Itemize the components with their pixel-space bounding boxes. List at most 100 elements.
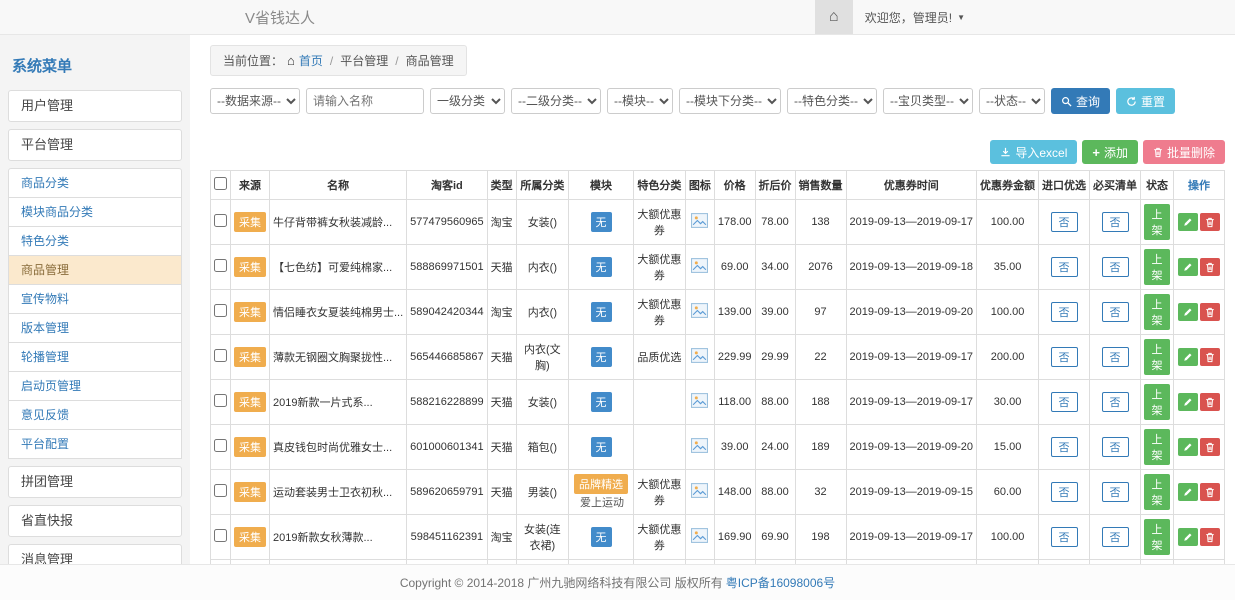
row-checkbox[interactable] (214, 439, 227, 452)
sidebar-item-product-management[interactable]: 商品管理 (8, 256, 182, 285)
import-select-toggle[interactable]: 否 (1051, 392, 1078, 412)
reset-button[interactable]: 重置 (1116, 88, 1175, 114)
delete-button[interactable] (1200, 348, 1220, 366)
status-button[interactable]: 上架 (1144, 249, 1170, 285)
status-button[interactable]: 上架 (1144, 294, 1170, 330)
chevron-down-icon: ▼ (957, 13, 965, 22)
sidebar-item-user-management[interactable]: 用户管理 (8, 90, 182, 122)
must-buy-toggle[interactable]: 否 (1102, 482, 1129, 502)
row-checkbox[interactable] (214, 259, 227, 272)
must-buy-toggle[interactable]: 否 (1102, 212, 1129, 232)
source-badge: 采集 (234, 392, 266, 412)
edit-button[interactable] (1178, 483, 1198, 501)
search-button[interactable]: 查询 (1051, 88, 1110, 114)
icp-link[interactable]: 粤ICP备16098006号 (726, 574, 835, 591)
delete-button[interactable] (1200, 483, 1220, 501)
row-checkbox[interactable] (214, 214, 227, 227)
user-menu[interactable]: 欢迎您，管理员! ▼ (853, 9, 977, 26)
status-button[interactable]: 上架 (1144, 519, 1170, 555)
status-button[interactable]: 上架 (1144, 339, 1170, 375)
import-select-toggle[interactable]: 否 (1051, 482, 1078, 502)
row-checkbox[interactable] (214, 394, 227, 407)
edit-button[interactable] (1178, 393, 1198, 411)
breadcrumb-separator: / (330, 54, 333, 68)
edit-button[interactable] (1178, 213, 1198, 231)
must-buy-toggle[interactable]: 否 (1102, 302, 1129, 322)
cell-coupon-time: 2019-09-13—2019-09-17 (846, 335, 977, 380)
sidebar-item-express-report[interactable]: 省直快报 (8, 505, 182, 537)
must-buy-toggle[interactable]: 否 (1102, 257, 1129, 277)
import-select-toggle[interactable]: 否 (1051, 527, 1078, 547)
filter-select-status[interactable]: --状态-- (979, 88, 1045, 114)
sidebar-item-group-buy-management[interactable]: 拼团管理 (8, 466, 182, 498)
breadcrumb-prefix: 当前位置： (223, 52, 283, 69)
module-badge: 无 (591, 392, 612, 412)
status-button[interactable]: 上架 (1144, 384, 1170, 420)
filter-select-module[interactable]: --模块-- (607, 88, 673, 114)
select-all-checkbox[interactable] (214, 177, 227, 190)
filter-select-item-type[interactable]: --宝贝类型-- (883, 88, 973, 114)
edit-button[interactable] (1178, 348, 1198, 366)
import-select-toggle[interactable]: 否 (1051, 437, 1078, 457)
sidebar-item-featured-category[interactable]: 特色分类 (8, 227, 182, 256)
filter-select-level1-category[interactable]: 一级分类 (430, 88, 505, 114)
delete-button[interactable] (1200, 438, 1220, 456)
import-select-toggle[interactable]: 否 (1051, 347, 1078, 367)
must-buy-toggle[interactable]: 否 (1102, 392, 1129, 412)
filter-select-level2-category[interactable]: --二级分类-- (511, 88, 601, 114)
row-checkbox[interactable] (214, 349, 227, 362)
sidebar-item-version-management[interactable]: 版本管理 (8, 314, 182, 343)
sidebar-item-platform-config[interactable]: 平台配置 (8, 430, 182, 459)
cell-category: 箱包() (516, 425, 569, 470)
import-select-toggle[interactable]: 否 (1051, 212, 1078, 232)
sidebar-item-splash-page-management[interactable]: 启动页管理 (8, 372, 182, 401)
cell-price: 118.00 (714, 380, 755, 425)
home-button[interactable]: ⌂ (815, 0, 853, 34)
must-buy-toggle[interactable]: 否 (1102, 437, 1129, 457)
import-select-toggle[interactable]: 否 (1051, 257, 1078, 277)
sidebar-item-feedback[interactable]: 意见反馈 (8, 401, 182, 430)
status-button[interactable]: 上架 (1144, 474, 1170, 510)
edit-button[interactable] (1178, 258, 1198, 276)
status-button[interactable]: 上架 (1144, 429, 1170, 465)
sidebar-item-message-management[interactable]: 消息管理 (8, 544, 182, 564)
cell-name: 2019新款一片式系... (270, 380, 407, 425)
must-buy-toggle[interactable]: 否 (1102, 527, 1129, 547)
delete-button[interactable] (1200, 258, 1220, 276)
column-header: 优惠券金额 (977, 171, 1039, 200)
breadcrumb-home-link[interactable]: 首页 (299, 52, 323, 69)
add-button[interactable]: +添加 (1082, 140, 1138, 164)
filter-select-featured-category[interactable]: --特色分类-- (787, 88, 877, 114)
batch-delete-button[interactable]: 批量删除 (1143, 140, 1225, 164)
row-checkbox[interactable] (214, 484, 227, 497)
filter-select-data-source[interactable]: --数据来源-- (210, 88, 300, 114)
row-checkbox[interactable] (214, 529, 227, 542)
sidebar-item-carousel-management[interactable]: 轮播管理 (8, 343, 182, 372)
cell-taoke-id: 601000601341 (407, 425, 487, 470)
sidebar-item-module-product-category[interactable]: 模块商品分类 (8, 198, 182, 227)
trash-icon (1153, 147, 1163, 158)
cell-taoke-id: 589042420344 (407, 290, 487, 335)
import-excel-button[interactable]: 导入excel (990, 140, 1077, 164)
filter-select-module-subcategory[interactable]: --模块下分类-- (679, 88, 781, 114)
edit-button[interactable] (1178, 303, 1198, 321)
edit-button[interactable] (1178, 528, 1198, 546)
name-search-input[interactable] (306, 88, 424, 114)
must-buy-toggle[interactable]: 否 (1102, 347, 1129, 367)
delete-button[interactable] (1200, 303, 1220, 321)
sidebar-item-platform-management[interactable]: 平台管理 (8, 129, 182, 161)
cell-price: 69.00 (714, 245, 755, 290)
sidebar-item-promo-materials[interactable]: 宣传物料 (8, 285, 182, 314)
delete-button[interactable] (1200, 528, 1220, 546)
delete-button[interactable] (1200, 393, 1220, 411)
sidebar-item-product-category[interactable]: 商品分类 (8, 168, 182, 198)
import-select-toggle[interactable]: 否 (1051, 302, 1078, 322)
column-header: 必买清单 (1090, 171, 1141, 200)
row-checkbox[interactable] (214, 304, 227, 317)
status-button[interactable]: 上架 (1144, 204, 1170, 240)
select-all-cell (211, 171, 231, 200)
edit-icon (1183, 442, 1193, 452)
delete-button[interactable] (1200, 213, 1220, 231)
edit-button[interactable] (1178, 438, 1198, 456)
module-badge: 品牌精选 (574, 474, 628, 494)
